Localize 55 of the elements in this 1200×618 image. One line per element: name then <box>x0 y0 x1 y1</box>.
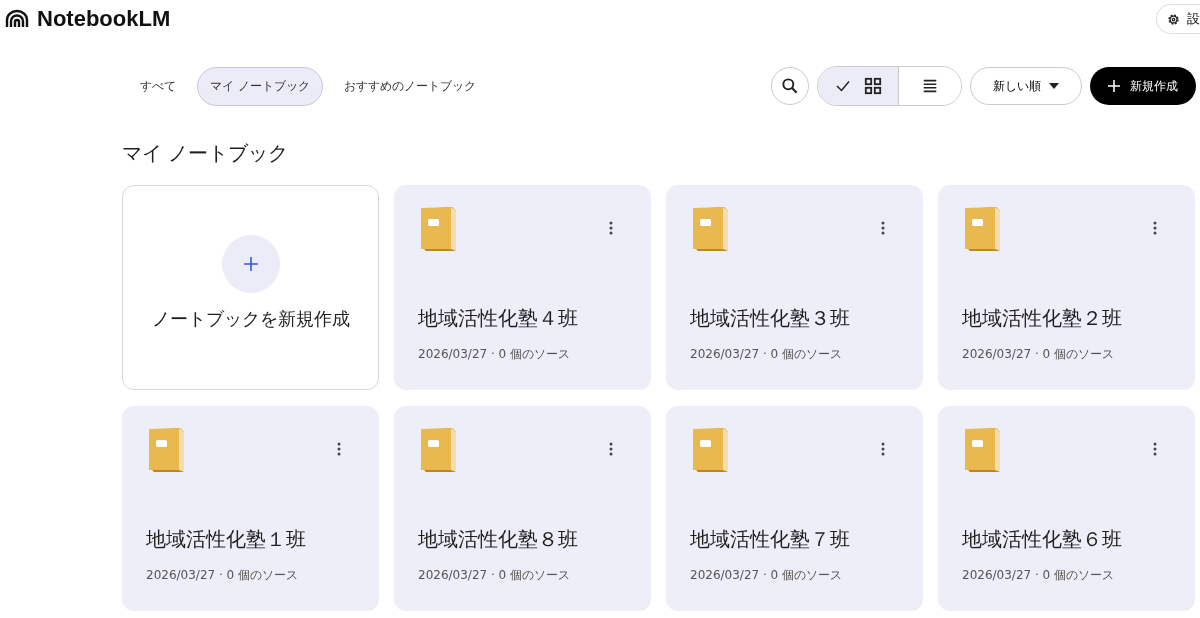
notebook-icon <box>962 205 1002 253</box>
more-icon[interactable] <box>1153 221 1157 235</box>
create-button[interactable]: 新規作成 <box>1090 67 1196 105</box>
notebook-meta: 2026/03/27 · 0 個のソース <box>146 567 300 584</box>
notebook-icon <box>146 426 186 474</box>
notebook-title: 地域活性化塾１班 <box>146 526 307 553</box>
more-icon[interactable] <box>609 442 613 456</box>
notebook-icon <box>962 426 1002 474</box>
notebook-card[interactable]: 地域活性化塾３班 2026/03/27 · 0 個のソース <box>666 185 923 390</box>
section-title: マイ ノートブック <box>122 140 290 167</box>
more-icon[interactable] <box>881 221 885 235</box>
sort-dropdown[interactable]: 新しい順 <box>970 67 1082 105</box>
notebook-card[interactable]: 地域活性化塾７班 2026/03/27 · 0 個のソース <box>666 406 923 611</box>
new-notebook-label: ノートブックを新規作成 <box>151 306 350 331</box>
notebook-title: 地域活性化塾６班 <box>962 526 1123 553</box>
notebook-card[interactable]: 地域活性化塾４班 2026/03/27 · 0 個のソース <box>394 185 651 390</box>
list-view-button[interactable] <box>898 67 961 105</box>
logo-icon <box>5 9 29 29</box>
grid-view-button[interactable] <box>818 67 898 105</box>
notebook-meta: 2026/03/27 · 0 個のソース <box>690 346 844 363</box>
notebook-meta: 2026/03/27 · 0 個のソース <box>962 346 1116 363</box>
notebook-title: 地域活性化塾４班 <box>418 305 579 332</box>
grid-icon <box>864 77 882 95</box>
notebook-meta: 2026/03/27 · 0 個のソース <box>962 567 1116 584</box>
notebook-title: 地域活性化塾８班 <box>418 526 579 553</box>
notebook-card[interactable]: 地域活性化塾２班 2026/03/27 · 0 個のソース <box>938 185 1195 390</box>
notebook-card[interactable]: 地域活性化塾６班 2026/03/27 · 0 個のソース <box>938 406 1195 611</box>
notebook-icon <box>418 426 458 474</box>
notebook-meta: 2026/03/27 · 0 個のソース <box>418 346 572 363</box>
filter-tab[interactable]: すべて <box>127 66 189 106</box>
search-button[interactable] <box>771 67 809 105</box>
notebook-card[interactable]: 地域活性化塾８班 2026/03/27 · 0 個のソース <box>394 406 651 611</box>
new-notebook-card[interactable]: ノートブックを新規作成 <box>122 185 379 390</box>
more-icon[interactable] <box>609 221 613 235</box>
notebook-card[interactable]: 地域活性化塾１班 2026/03/27 · 0 個のソース <box>122 406 379 611</box>
notebook-title: 地域活性化塾３班 <box>690 305 851 332</box>
list-icon <box>921 77 939 95</box>
settings-icon <box>1166 11 1181 27</box>
more-icon[interactable] <box>881 442 885 456</box>
notebook-icon <box>690 205 730 253</box>
search-icon <box>780 76 800 96</box>
notebook-meta: 2026/03/27 · 0 個のソース <box>418 567 572 584</box>
notebook-icon <box>418 205 458 253</box>
plus-icon <box>1108 80 1120 92</box>
filter-tab[interactable]: おすすめのノートブック <box>330 66 489 106</box>
notebook-meta: 2026/03/27 · 0 個のソース <box>690 567 844 584</box>
filter-tab[interactable]: マイ ノートブック <box>197 66 323 106</box>
more-icon[interactable] <box>1153 442 1157 456</box>
app-name: NotebookLM <box>37 6 171 32</box>
notebook-title: 地域活性化塾７班 <box>690 526 851 553</box>
more-icon[interactable] <box>337 442 341 456</box>
notebook-icon <box>690 426 730 474</box>
notebook-title: 地域活性化塾２班 <box>962 305 1123 332</box>
settings-button[interactable]: 設 <box>1156 4 1200 34</box>
caret-icon <box>1049 83 1059 89</box>
